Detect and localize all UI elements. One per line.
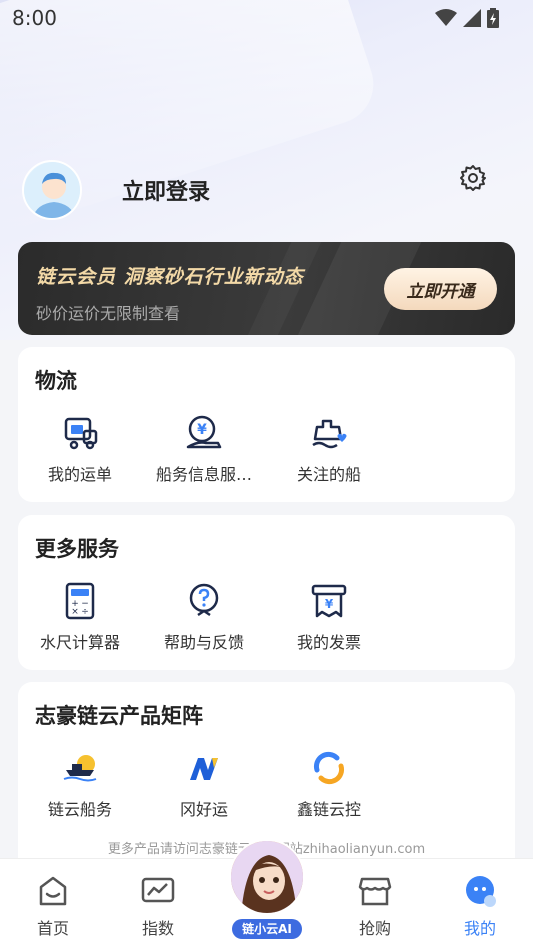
- svg-text:×: ×: [71, 607, 79, 617]
- invoice-label: 我的发票: [296, 633, 361, 652]
- tab-home-label: 首页: [36, 919, 69, 938]
- tab-home[interactable]: 首页: [13, 873, 93, 939]
- tab-index-label: 指数: [141, 919, 174, 938]
- shipping-service-icon: ¥: [186, 415, 222, 449]
- avatar-icon: [24, 162, 80, 218]
- ring-product-label: 鑫链云控: [296, 800, 361, 819]
- followed-ship-label: 关注的船: [296, 465, 361, 484]
- svg-text:÷: ÷: [81, 607, 89, 617]
- n-product-item[interactable]: 冈好运: [144, 748, 264, 820]
- tab-purchase[interactable]: 抢购: [335, 873, 415, 939]
- tab-mine[interactable]: 我的: [440, 873, 520, 939]
- n-product-label: 冈好运: [179, 800, 228, 819]
- ring-product-item[interactable]: 鑫链云控: [269, 748, 389, 820]
- waybill-icon: [64, 417, 98, 450]
- followed-ship-item[interactable]: 关注的船: [269, 413, 389, 485]
- svg-text:¥: ¥: [325, 597, 334, 611]
- tab-index[interactable]: 指数: [118, 873, 198, 939]
- signal-icon: [463, 9, 481, 27]
- login-link[interactable]: 立即登录: [122, 174, 210, 206]
- status-time: 8:00: [12, 6, 57, 30]
- services-title: 更多服务: [35, 537, 119, 561]
- tab-mine-label: 我的: [463, 919, 496, 938]
- status-bar: 8:00: [0, 0, 533, 36]
- status-icons: [435, 8, 499, 28]
- battery-icon: [487, 8, 499, 28]
- calculator-icon: + − × ÷: [65, 582, 95, 620]
- profile-section: 立即登录: [22, 160, 512, 220]
- ai-assistant-label: 链小云AI: [232, 919, 302, 939]
- ai-assistant-button[interactable]: 链小云AI: [228, 839, 306, 939]
- bottom-tab-bar: 首页 指数 链小云AI 抢购 我的: [0, 839, 533, 948]
- my-waybill-item[interactable]: 我的运单: [20, 413, 140, 485]
- logistics-title: 物流: [35, 369, 77, 393]
- help-label: 帮助与反馈: [163, 633, 244, 652]
- invoice-item[interactable]: ¥ 我的发票: [269, 581, 389, 653]
- vip-subtitle: 砂价运价无限制查看: [36, 304, 181, 323]
- vip-title: 链云会员 洞察砂石行业新动态: [36, 266, 304, 288]
- ai-avatar: [229, 839, 305, 915]
- svg-text:¥: ¥: [197, 422, 207, 438]
- n-logo-icon: [190, 758, 218, 780]
- help-item[interactable]: 帮助与反馈: [144, 581, 264, 653]
- wifi-icon: [435, 9, 457, 26]
- ship-product-label: 链云船务: [47, 800, 112, 819]
- my-waybill-label: 我的运单: [47, 465, 112, 484]
- profile-icon: [466, 876, 496, 907]
- chart-icon: [141, 877, 175, 903]
- vip-banner[interactable]: 链云会员 洞察砂石行业新动态 砂价运价无限制查看 立即开通: [18, 242, 515, 335]
- products-title: 志豪链云产品矩阵: [35, 704, 203, 728]
- tab-purchase-label: 抢购: [358, 919, 391, 938]
- store-icon: [358, 877, 392, 906]
- followed-ship-icon: [312, 419, 347, 449]
- gear-icon[interactable]: [459, 164, 487, 192]
- logistics-card: 物流 我的运单 ¥ 船务信息服… 关注的船: [18, 347, 515, 502]
- help-icon: [189, 583, 219, 617]
- services-card: 更多服务 + − × ÷ 水尺计算器 帮助与反馈 ¥ 我的发票: [18, 515, 515, 670]
- home-icon: [39, 876, 67, 906]
- ring-logo-icon: [313, 751, 345, 785]
- ship-product-item[interactable]: 链云船务: [20, 748, 140, 820]
- ship-logo-icon: [63, 755, 97, 782]
- vip-open-button[interactable]: 立即开通: [384, 268, 497, 310]
- invoice-icon: ¥: [311, 584, 347, 618]
- calculator-item[interactable]: + − × ÷ 水尺计算器: [20, 581, 140, 653]
- avatar[interactable]: [22, 160, 82, 220]
- shipping-service-item[interactable]: ¥ 船务信息服…: [144, 413, 264, 485]
- ai-avatar-icon: [231, 841, 303, 913]
- calculator-label: 水尺计算器: [39, 633, 120, 652]
- shipping-service-label: 船务信息服…: [155, 465, 252, 484]
